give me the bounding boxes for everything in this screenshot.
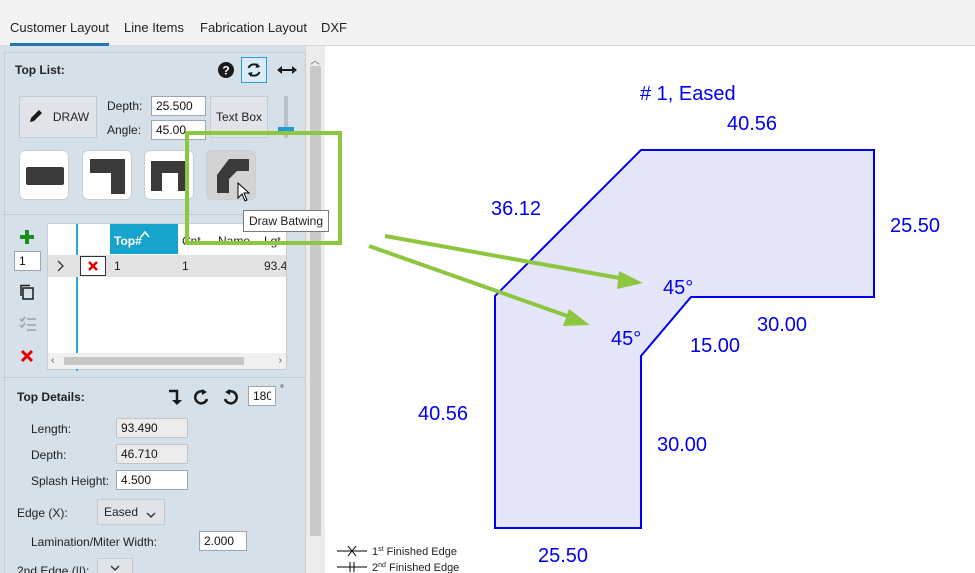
column-header-top[interactable]: Top# — [114, 234, 142, 248]
l-shape-icon — [90, 159, 125, 194]
tab-customer-layout[interactable]: Customer Layout — [10, 20, 109, 46]
angle-label: Angle: — [107, 123, 142, 137]
mouse-cursor-icon — [237, 181, 251, 207]
dim-inner-vertical: 30.00 — [657, 434, 707, 456]
angle-input[interactable] — [151, 120, 206, 140]
row-length: 93.4 — [264, 259, 286, 273]
dim-inner-diagonal: 15.00 — [690, 335, 740, 357]
second-edge-label: 2nd Edge (||): — [17, 564, 90, 573]
legend-item-1-number: 1st Finished Edge — [372, 546, 457, 558]
straight-shape-button[interactable] — [19, 150, 69, 200]
splash-height-input[interactable] — [116, 470, 188, 490]
edge-x-dropdown[interactable]: Eased — [97, 499, 165, 525]
edge-legend: 1st Finished Edge 2nd Finished Edge — [337, 545, 459, 573]
tab-bar: Customer Layout Line Items Fabrication L… — [0, 0, 975, 46]
column-header-lgt[interactable]: Lgt — [264, 234, 286, 248]
dim-top: 40.56 — [727, 113, 777, 135]
countertop-batwing-shape[interactable] — [494, 149, 875, 529]
tab-line-items[interactable]: Line Items — [124, 20, 184, 46]
divider — [5, 377, 305, 378]
dim-bottom: 25.50 — [538, 545, 588, 567]
svg-text:?: ? — [222, 64, 229, 78]
grid-horizontal-scrollbar[interactable]: ‹ › — [48, 353, 286, 369]
dim-diagonal-outer: 36.12 — [491, 198, 541, 220]
scroll-left-icon[interactable]: ‹ — [51, 355, 54, 366]
row-delete-button[interactable] — [80, 256, 106, 276]
scrollbar-thumb[interactable] — [310, 66, 321, 536]
edge-x-label: Edge (X): — [17, 506, 68, 520]
length-field — [116, 418, 188, 438]
rotate-angle-input[interactable] — [248, 386, 276, 406]
dim-right: 25.50 — [890, 215, 940, 237]
tab-dxf[interactable]: DXF — [321, 20, 347, 46]
column-header-name[interactable]: Name — [218, 234, 250, 248]
chevron-down-icon — [110, 561, 120, 573]
add-icon[interactable] — [18, 228, 36, 246]
chevron-down-icon — [146, 508, 156, 522]
pencil-icon — [27, 107, 45, 128]
angle-label-2: 45° — [611, 328, 641, 350]
top-details-title: Top Details: — [17, 390, 85, 404]
grid-left-accent — [76, 224, 78, 371]
turn-down-icon[interactable] — [166, 387, 184, 407]
edge-x-value: Eased — [104, 505, 139, 519]
splash-height-label: Splash Height: — [31, 474, 110, 488]
lamination-width-input[interactable] — [199, 531, 247, 551]
l-shape-button[interactable] — [82, 150, 132, 200]
app-window: Customer Layout Line Items Fabrication L… — [0, 0, 975, 573]
dim-inner-horizontal: 30.00 — [757, 314, 807, 336]
second-edge-dropdown[interactable] — [97, 558, 133, 573]
row-count: 1 — [182, 259, 189, 273]
degree-symbol: ° — [280, 384, 284, 395]
rotate-counterclockwise-icon[interactable] — [220, 387, 240, 407]
draw-button-label: DRAW — [52, 110, 90, 124]
text-box-button[interactable]: Text Box — [210, 96, 268, 138]
depth-input[interactable] — [151, 96, 206, 116]
tab-fabrication-layout[interactable]: Fabrication Layout — [200, 20, 307, 46]
customer-layout-drawing: # 1, Eased 40.56 25.50 36.12 45° 45° 30.… — [337, 83, 940, 573]
tooltip-draw-batwing: Draw Batwing — [243, 210, 330, 232]
copy-icon[interactable] — [18, 283, 36, 301]
expand-horizontal-icon[interactable] — [276, 62, 298, 78]
dim-left: 40.56 — [418, 403, 468, 425]
scroll-up-icon[interactable]: ︿ — [310, 52, 320, 67]
grid-scroll-thumb[interactable] — [64, 357, 244, 365]
expand-row-icon[interactable] — [57, 259, 65, 277]
lamination-width-label: Lamination/Miter Width: — [31, 535, 158, 549]
legend-item-2-number: 2nd Finished Edge — [372, 562, 459, 573]
top-list-grid: Top# Cnt Name Lgt 1 1 93.4 ‹ › — [47, 223, 287, 371]
row-top-number: 1 — [114, 259, 121, 273]
checklist-icon[interactable] — [18, 315, 38, 333]
top-list-title: Top List: — [15, 63, 65, 77]
u-shape-button[interactable] — [144, 150, 194, 200]
rotate-clockwise-icon[interactable] — [192, 387, 212, 407]
angle-label-1: 45° — [663, 277, 693, 299]
delete-row-icon — [88, 261, 98, 271]
draw-button[interactable]: DRAW — [19, 96, 97, 138]
rectangle-shape-icon — [26, 167, 64, 185]
scroll-right-icon[interactable]: › — [279, 355, 282, 366]
panel-scrollbar[interactable]: ︿ — [306, 46, 325, 573]
sort-ascending-icon — [140, 225, 150, 243]
depth-detail-label: Depth: — [31, 448, 67, 462]
add-count-input[interactable] — [14, 251, 41, 271]
delete-icon[interactable] — [19, 348, 35, 364]
drawing-title: # 1, Eased — [640, 83, 736, 105]
help-icon[interactable]: ? — [217, 61, 235, 79]
table-row[interactable]: 1 1 93.4 — [48, 255, 286, 277]
u-shape-icon — [151, 161, 189, 191]
depth-label: Depth: — [107, 99, 143, 113]
zoom-slider-thumb[interactable] — [278, 127, 294, 134]
column-header-cnt[interactable]: Cnt — [182, 234, 212, 248]
length-label: Length: — [31, 422, 72, 436]
depth-detail-field — [116, 444, 188, 464]
refresh-icon[interactable] — [241, 57, 267, 83]
